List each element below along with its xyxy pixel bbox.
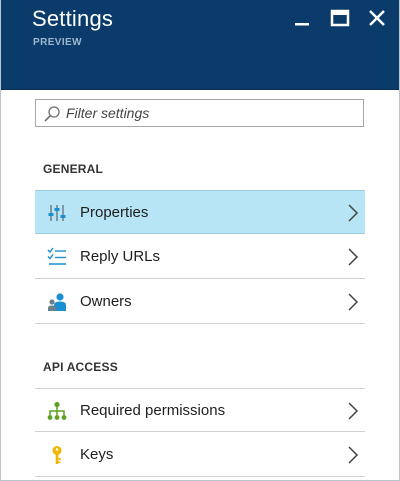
blade-header: Settings PREVIEW	[1, 0, 399, 90]
close-button[interactable]	[366, 7, 390, 31]
filter-settings-input[interactable]	[66, 104, 356, 122]
settings-item-required-permissions[interactable]: Required permissions	[35, 388, 365, 432]
settings-item-label: Reply URLs	[80, 248, 161, 265]
minimize-icon	[295, 23, 309, 26]
close-icon	[369, 10, 385, 26]
blade-title: Settings	[32, 6, 114, 31]
chevron-right-icon	[348, 293, 359, 311]
section-general-title: GENERAL	[43, 162, 104, 176]
minimize-button[interactable]	[291, 7, 315, 31]
filter-settings-box[interactable]	[35, 99, 364, 127]
chevron-right-icon	[348, 204, 359, 222]
settings-item-reply-urls[interactable]: Reply URLs	[35, 235, 365, 279]
chevron-right-icon	[348, 402, 359, 420]
settings-item-properties[interactable]: Properties	[35, 190, 365, 234]
settings-item-label: Keys	[80, 446, 114, 463]
owners-icon	[48, 293, 66, 311]
chevron-right-icon	[348, 248, 359, 266]
search-icon	[44, 106, 60, 122]
key-icon	[52, 446, 62, 464]
preview-label: PREVIEW	[33, 37, 82, 48]
settings-item-label: Properties	[80, 204, 149, 221]
settings-item-label: Owners	[80, 293, 132, 310]
settings-item-label: Required permissions	[80, 402, 226, 419]
settings-item-owners[interactable]: Owners	[35, 280, 365, 324]
maximize-button[interactable]	[329, 7, 353, 31]
settings-item-keys[interactable]: Keys	[35, 433, 365, 477]
hierarchy-icon	[47, 401, 67, 420]
settings-blade: Settings PREVIEW GENERAL	[0, 0, 400, 481]
list-checks-icon	[47, 247, 66, 265]
maximize-icon	[330, 9, 350, 27]
chevron-right-icon	[348, 446, 359, 464]
section-api-access-title: API ACCESS	[43, 360, 118, 374]
properties-sliders-icon	[48, 205, 66, 221]
